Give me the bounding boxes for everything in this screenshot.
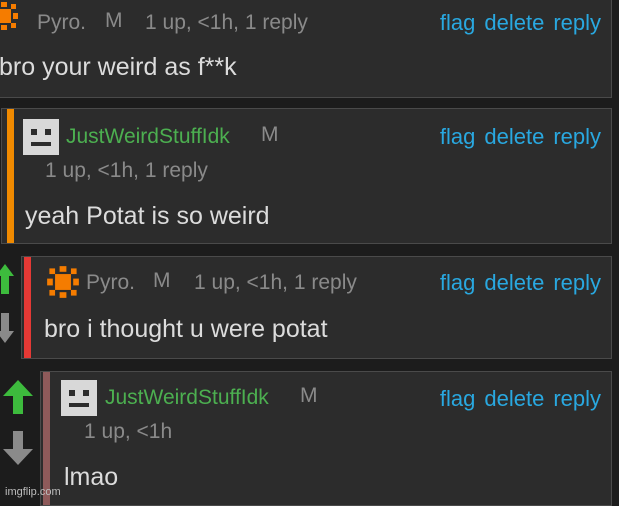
comment-1: Pyro. M 1 up, <1h, 1 reply flag delete rep… — [0, 0, 612, 98]
orange-sun-avatar-icon[interactable] — [0, 1, 19, 31]
flag-link[interactable]: flag — [440, 386, 475, 411]
orange-sun-avatar-icon[interactable] — [46, 265, 80, 299]
comment-2: JustWeirdStuffIdk M flag delete reply 1 up… — [1, 108, 612, 244]
comment-meta: 1 up, <1h — [84, 420, 173, 443]
robot-face-avatar-icon[interactable] — [61, 380, 97, 416]
delete-link[interactable]: delete — [484, 10, 544, 35]
delete-link[interactable]: delete — [484, 124, 544, 149]
flag-link[interactable]: flag — [440, 124, 475, 149]
thread-bar — [7, 109, 14, 243]
comment-actions: flag delete reply — [431, 270, 601, 296]
mod-badge: M — [300, 384, 318, 407]
comment-actions: flag delete reply — [431, 124, 601, 150]
reply-link[interactable]: reply — [553, 124, 601, 149]
comment-meta: 1 up, <1h, 1 reply — [145, 11, 308, 34]
watermark: imgflip.com — [5, 486, 61, 498]
comment-text: bro i thought u were potat — [44, 315, 328, 343]
username[interactable]: Pyro. — [37, 11, 86, 35]
comment-actions: flag delete reply — [431, 386, 601, 412]
mod-badge: M — [105, 9, 123, 32]
reply-link[interactable]: reply — [553, 270, 601, 295]
mod-badge: M — [261, 123, 279, 146]
reply-link[interactable]: reply — [553, 386, 601, 411]
comment-text: lmao — [64, 463, 119, 491]
comment-text: bro your weird as f**k — [0, 53, 237, 81]
comment-meta: 1 up, <1h, 1 reply — [194, 271, 357, 294]
comment-meta: 1 up, <1h, 1 reply — [45, 159, 208, 182]
upvote-icon[interactable] — [0, 264, 18, 299]
upvote-icon[interactable] — [3, 380, 33, 419]
username[interactable]: JustWeirdStuffIdk — [66, 125, 230, 149]
flag-link[interactable]: flag — [440, 270, 475, 295]
reply-link[interactable]: reply — [553, 10, 601, 35]
flag-link[interactable]: flag — [440, 10, 475, 35]
comment-3: Pyro. M 1 up, <1h, 1 reply flag delete rep… — [21, 256, 612, 359]
delete-link[interactable]: delete — [484, 270, 544, 295]
comment-4: JustWeirdStuffIdk M flag delete reply 1 up… — [40, 371, 612, 506]
comment-actions: flag delete reply — [431, 10, 601, 36]
mod-badge: M — [153, 269, 171, 292]
username[interactable]: JustWeirdStuffIdk — [105, 386, 269, 410]
comment-text: yeah Potat is so weird — [25, 202, 270, 230]
robot-face-avatar-icon[interactable] — [23, 119, 59, 155]
delete-link[interactable]: delete — [484, 386, 544, 411]
username[interactable]: Pyro. — [86, 271, 135, 295]
downvote-icon[interactable] — [3, 431, 33, 470]
thread-bar — [24, 257, 31, 358]
downvote-icon[interactable] — [0, 313, 18, 348]
